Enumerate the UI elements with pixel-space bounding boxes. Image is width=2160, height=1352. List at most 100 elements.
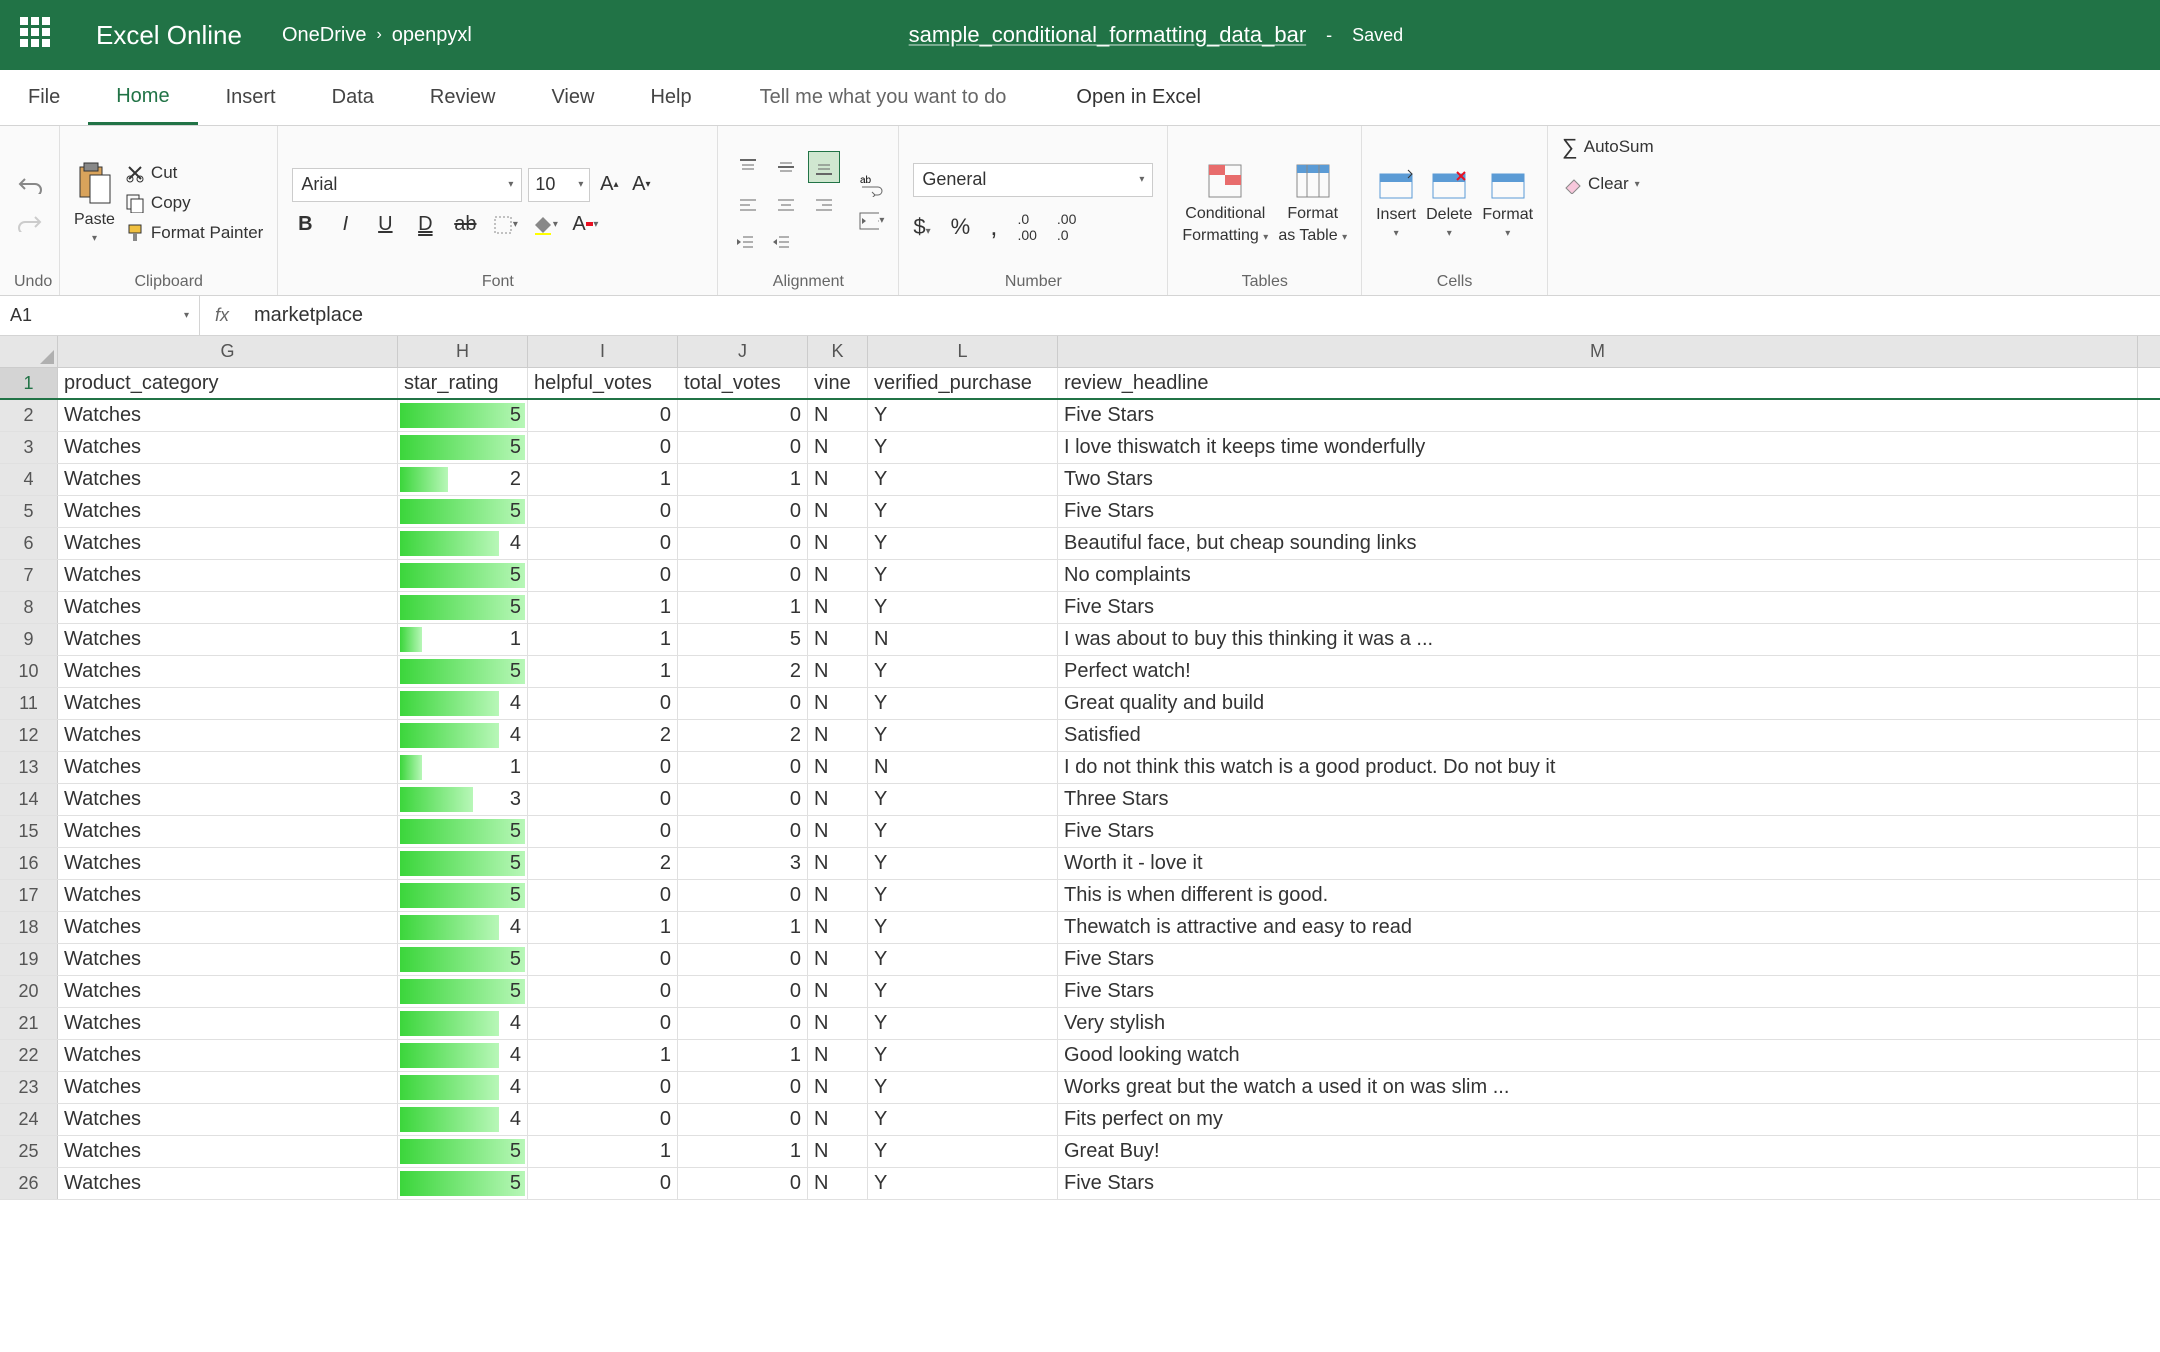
- increase-indent-button[interactable]: [768, 229, 794, 255]
- grid-cell[interactable]: Y: [868, 1168, 1058, 1199]
- grid-cell[interactable]: Watches: [58, 784, 398, 815]
- grid-cell[interactable]: 0: [678, 528, 808, 559]
- paste-button[interactable]: Paste ▾: [74, 161, 115, 244]
- grid-cell[interactable]: Y: [868, 400, 1058, 431]
- grid-cell[interactable]: Watches: [58, 1104, 398, 1135]
- grid-cell[interactable]: N: [808, 432, 868, 463]
- row-header[interactable]: 12: [0, 720, 58, 751]
- grid-cell[interactable]: 5: [398, 848, 528, 879]
- row-header[interactable]: 3: [0, 432, 58, 463]
- grid-cell[interactable]: 0: [528, 1072, 678, 1103]
- align-middle-button[interactable]: [770, 151, 802, 183]
- grid-cell[interactable]: Watches: [58, 720, 398, 751]
- grid-cell[interactable]: Five Stars: [1058, 944, 2138, 975]
- grid-cell[interactable]: Y: [868, 784, 1058, 815]
- grid-cell[interactable]: 1: [678, 1040, 808, 1071]
- copy-button[interactable]: Copy: [125, 193, 263, 213]
- grid-cell[interactable]: Y: [868, 944, 1058, 975]
- font-name-select[interactable]: Arial▾: [292, 168, 522, 202]
- conditional-formatting-button[interactable]: Conditional Formatting ▾: [1182, 161, 1268, 245]
- grid-cell[interactable]: N: [808, 496, 868, 527]
- grid-cell[interactable]: 2: [528, 848, 678, 879]
- grid-cell[interactable]: N: [808, 752, 868, 783]
- grid-cell[interactable]: 0: [678, 688, 808, 719]
- grid-cell[interactable]: N: [808, 720, 868, 751]
- grid-cell[interactable]: Two Stars: [1058, 464, 2138, 495]
- tab-help[interactable]: Help: [622, 70, 719, 125]
- grid-cell[interactable]: Worth it - love it: [1058, 848, 2138, 879]
- grid-cell[interactable]: This is when different is good.: [1058, 880, 2138, 911]
- grid-cell[interactable]: Thewatch is attractive and easy to read: [1058, 912, 2138, 943]
- column-header-I[interactable]: I: [528, 336, 678, 367]
- tab-review[interactable]: Review: [402, 70, 524, 125]
- grid-cell[interactable]: 1: [528, 912, 678, 943]
- font-color-button[interactable]: A▾: [572, 212, 598, 238]
- clear-button[interactable]: Clear▾: [1562, 174, 1640, 194]
- grid-cell[interactable]: 2: [398, 464, 528, 495]
- row-header[interactable]: 2: [0, 400, 58, 431]
- grid-cell[interactable]: 5: [398, 400, 528, 431]
- grid-cell[interactable]: N: [808, 944, 868, 975]
- grid-cell[interactable]: Y: [868, 656, 1058, 687]
- row-header[interactable]: 19: [0, 944, 58, 975]
- grid-cell[interactable]: 5: [398, 976, 528, 1007]
- grid-cell[interactable]: Y: [868, 848, 1058, 879]
- grid-cell[interactable]: 2: [528, 720, 678, 751]
- grid-cell[interactable]: 1: [678, 912, 808, 943]
- grid-cell[interactable]: 1: [678, 1136, 808, 1167]
- format-as-table-button[interactable]: Format as Table ▾: [1278, 161, 1347, 245]
- row-header[interactable]: 22: [0, 1040, 58, 1071]
- grid-cell[interactable]: 5: [398, 496, 528, 527]
- grid-cell[interactable]: Great quality and build: [1058, 688, 2138, 719]
- grid-cell[interactable]: N: [808, 1040, 868, 1071]
- grid-cell[interactable]: Works great but the watch a used it on w…: [1058, 1072, 2138, 1103]
- double-underline-button[interactable]: D: [412, 212, 438, 238]
- grid-cell[interactable]: Watches: [58, 432, 398, 463]
- grid-cell[interactable]: Five Stars: [1058, 400, 2138, 431]
- merge-button[interactable]: ▾: [858, 208, 884, 234]
- grid-cell[interactable]: 5: [398, 1168, 528, 1199]
- grid-cell[interactable]: 3: [678, 848, 808, 879]
- grid-cell[interactable]: Satisfied: [1058, 720, 2138, 751]
- italic-button[interactable]: I: [332, 212, 358, 238]
- increase-decimal-button[interactable]: .0.00: [1017, 211, 1036, 243]
- grid-cell[interactable]: 5: [398, 816, 528, 847]
- formula-input[interactable]: marketplace: [244, 304, 2160, 327]
- grid-cell[interactable]: Five Stars: [1058, 976, 2138, 1007]
- grid-cell[interactable]: 0: [528, 976, 678, 1007]
- row-header[interactable]: 24: [0, 1104, 58, 1135]
- grid-cell[interactable]: 0: [678, 496, 808, 527]
- grid-cell[interactable]: 5: [398, 560, 528, 591]
- grid-cell[interactable]: N: [808, 656, 868, 687]
- tell-me-search[interactable]: Tell me what you want to do: [720, 70, 1047, 125]
- grid-cell[interactable]: Y: [868, 1008, 1058, 1039]
- grid-cell[interactable]: 0: [678, 816, 808, 847]
- grid-cell[interactable]: N: [808, 624, 868, 655]
- grid-cell[interactable]: 5: [398, 944, 528, 975]
- grid-cell[interactable]: N: [808, 528, 868, 559]
- insert-cells-button[interactable]: Insert▾: [1376, 166, 1416, 239]
- grid-cell[interactable]: N: [808, 848, 868, 879]
- underline-button[interactable]: U: [372, 212, 398, 238]
- open-in-excel-button[interactable]: Open in Excel: [1046, 70, 1231, 125]
- grid-cell[interactable]: Y: [868, 720, 1058, 751]
- grid-cell[interactable]: Y: [868, 688, 1058, 719]
- grid-cell[interactable]: 0: [678, 1104, 808, 1135]
- grid-cell[interactable]: 4: [398, 720, 528, 751]
- row-header[interactable]: 14: [0, 784, 58, 815]
- grid-cell[interactable]: 2: [678, 720, 808, 751]
- grid-cell[interactable]: Y: [868, 464, 1058, 495]
- grid-cell[interactable]: 0: [678, 1008, 808, 1039]
- row-header[interactable]: 9: [0, 624, 58, 655]
- grid-cell[interactable]: Watches: [58, 1008, 398, 1039]
- grid-cell[interactable]: 4: [398, 912, 528, 943]
- grid-cell[interactable]: Perfect watch!: [1058, 656, 2138, 687]
- grid-cell[interactable]: Watches: [58, 944, 398, 975]
- grid-cell[interactable]: Watches: [58, 1040, 398, 1071]
- header-cell[interactable]: vine: [808, 368, 868, 398]
- percent-button[interactable]: %: [951, 214, 971, 240]
- grid-cell[interactable]: 0: [678, 432, 808, 463]
- currency-button[interactable]: $▾: [913, 214, 930, 240]
- row-header[interactable]: 16: [0, 848, 58, 879]
- row-header[interactable]: 15: [0, 816, 58, 847]
